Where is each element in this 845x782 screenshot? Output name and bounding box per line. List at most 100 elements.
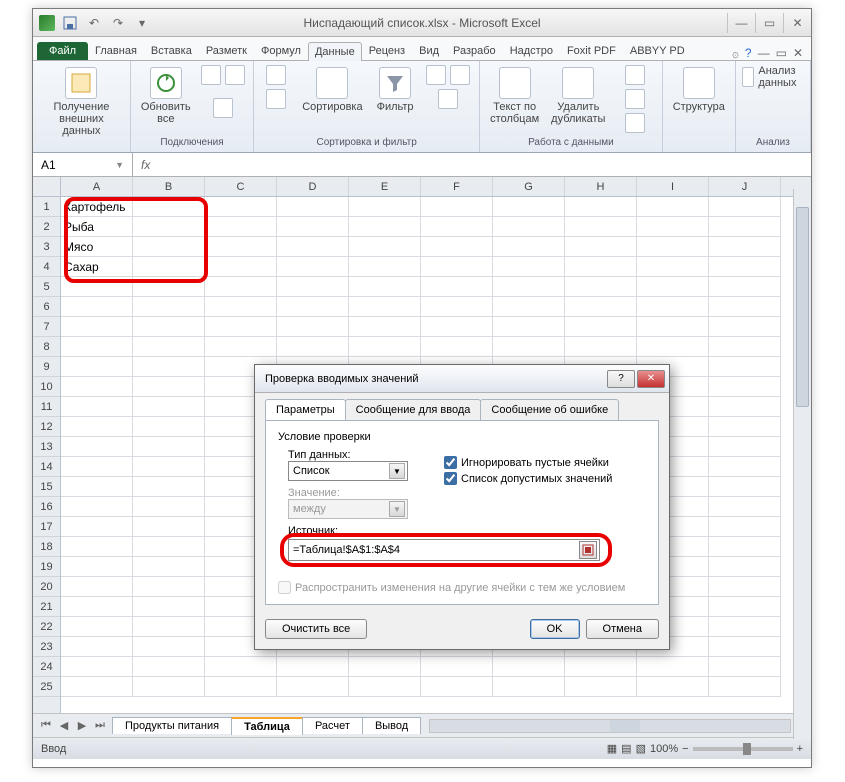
ribbon-minimize-icon[interactable]: — <box>758 46 770 60</box>
tab-foxit[interactable]: Foxit PDF <box>560 41 623 60</box>
row-header[interactable]: 17 <box>33 517 60 537</box>
dialog-help-button[interactable]: ? <box>607 370 635 388</box>
cell-a1[interactable]: Картофель <box>61 197 133 217</box>
dialog-titlebar[interactable]: Проверка вводимых значений ? ✕ <box>255 365 669 393</box>
range-picker-icon[interactable] <box>579 541 597 559</box>
cell-a4[interactable]: Сахар <box>61 257 133 277</box>
fx-icon[interactable]: fx <box>133 158 158 172</box>
zoom-slider[interactable] <box>693 747 793 751</box>
sheet-next-icon[interactable]: ▶ <box>73 717 91 735</box>
vertical-scrollbar[interactable] <box>793 189 811 739</box>
qat-dropdown-icon[interactable]: ▾ <box>133 14 151 32</box>
row-header[interactable]: 10 <box>33 377 60 397</box>
row-header[interactable]: 1 <box>33 197 60 217</box>
sheet-first-icon[interactable]: ⏮ <box>37 717 55 735</box>
row-header[interactable]: 24 <box>33 657 60 677</box>
outline-button[interactable]: Структура <box>669 65 729 115</box>
row-header[interactable]: 15 <box>33 477 60 497</box>
filter-button[interactable]: Фильтр <box>373 65 418 115</box>
col-header[interactable]: A <box>61 177 133 196</box>
ignore-blank-checkbox[interactable]: Игнорировать пустые ячейки <box>444 456 612 469</box>
source-input[interactable]: =Таблица!$A$1:$A$4 <box>288 539 600 561</box>
col-header[interactable]: H <box>565 177 637 196</box>
text-to-columns-button[interactable]: Текст по столбцам <box>486 65 543 133</box>
ribbon-close-icon[interactable]: ✕ <box>793 46 803 60</box>
save-icon[interactable] <box>61 14 79 32</box>
row-header[interactable]: 12 <box>33 417 60 437</box>
row-header[interactable]: 2 <box>33 217 60 237</box>
tab-file[interactable]: Файл <box>37 42 88 60</box>
row-header[interactable]: 23 <box>33 637 60 657</box>
dialog-tab-error-msg[interactable]: Сообщение об ошибке <box>480 399 619 420</box>
tab-view[interactable]: Вид <box>412 41 446 60</box>
cell-a2[interactable]: Рыба <box>61 217 133 237</box>
get-external-data-button[interactable]: Получение внешних данных <box>39 65 124 139</box>
filter-small[interactable] <box>424 65 474 109</box>
row-header[interactable]: 13 <box>33 437 60 457</box>
row-header[interactable]: 3 <box>33 237 60 257</box>
zoom-out-icon[interactable]: − <box>682 743 688 755</box>
row-header[interactable]: 11 <box>33 397 60 417</box>
row-header[interactable]: 6 <box>33 297 60 317</box>
dialog-tab-params[interactable]: Параметры <box>265 399 346 420</box>
col-header[interactable]: I <box>637 177 709 196</box>
row-header[interactable]: 14 <box>33 457 60 477</box>
view-normal-icon[interactable]: ▦ <box>607 742 617 755</box>
cancel-button[interactable]: Отмена <box>586 619 659 639</box>
ok-button[interactable]: OK <box>530 619 580 639</box>
col-header[interactable]: F <box>421 177 493 196</box>
col-header[interactable]: B <box>133 177 205 196</box>
dialog-tab-input-msg[interactable]: Сообщение для ввода <box>345 399 482 420</box>
data-tools-small[interactable] <box>613 65 655 133</box>
dialog-close-button[interactable]: ✕ <box>637 370 665 388</box>
redo-icon[interactable]: ↷ <box>109 14 127 32</box>
tab-formulas[interactable]: Формул <box>254 41 308 60</box>
tab-layout[interactable]: Разметк <box>199 41 254 60</box>
select-all-corner[interactable] <box>33 177 60 197</box>
connections-small[interactable] <box>199 65 247 127</box>
row-header[interactable]: 20 <box>33 577 60 597</box>
row-header[interactable]: 8 <box>33 337 60 357</box>
undo-icon[interactable]: ↶ <box>85 14 103 32</box>
row-header[interactable]: 21 <box>33 597 60 617</box>
tab-review[interactable]: Реценз <box>362 41 412 60</box>
row-header[interactable]: 22 <box>33 617 60 637</box>
in-cell-dropdown-checkbox[interactable]: Список допустимых значений <box>444 472 612 485</box>
col-header[interactable]: G <box>493 177 565 196</box>
name-box[interactable]: A1▼ <box>33 153 133 176</box>
col-header[interactable]: C <box>205 177 277 196</box>
sheet-prev-icon[interactable]: ◀ <box>55 717 73 735</box>
zoom-level[interactable]: 100% <box>650 743 678 755</box>
horizontal-scrollbar[interactable] <box>429 719 791 733</box>
refresh-all-button[interactable]: Обновить все <box>137 65 195 127</box>
row-header[interactable]: 16 <box>33 497 60 517</box>
maximize-button[interactable]: ▭ <box>755 13 783 33</box>
tab-addins[interactable]: Надстро <box>503 41 560 60</box>
row-header[interactable]: 7 <box>33 317 60 337</box>
sort-az-icons[interactable] <box>260 65 292 109</box>
row-header[interactable]: 18 <box>33 537 60 557</box>
view-layout-icon[interactable]: ▤ <box>621 742 631 755</box>
ribbon-restore-icon[interactable]: ▭ <box>776 46 787 60</box>
tab-data[interactable]: Данные <box>308 42 362 61</box>
help-icon[interactable]: ? <box>745 46 752 60</box>
close-button[interactable]: ✕ <box>783 13 811 33</box>
remove-duplicates-button[interactable]: Удалить дубликаты <box>547 65 609 133</box>
row-header[interactable]: 25 <box>33 677 60 697</box>
type-combo[interactable]: Список▼ <box>288 461 408 481</box>
tab-developer[interactable]: Разрабо <box>446 41 503 60</box>
minimize-button[interactable]: — <box>727 13 755 33</box>
col-header[interactable]: D <box>277 177 349 196</box>
col-header[interactable]: J <box>709 177 781 196</box>
tab-insert[interactable]: Вставка <box>144 41 199 60</box>
row-header[interactable]: 4 <box>33 257 60 277</box>
col-header[interactable]: E <box>349 177 421 196</box>
sheet-tab[interactable]: Расчет <box>302 717 363 734</box>
row-header[interactable]: 5 <box>33 277 60 297</box>
sheet-tab[interactable]: Таблица <box>231 717 303 735</box>
sheet-last-icon[interactable]: ⏭ <box>91 717 109 735</box>
view-break-icon[interactable]: ▧ <box>636 742 646 755</box>
clear-all-button[interactable]: Очистить все <box>265 619 367 639</box>
sort-button[interactable]: Сортировка <box>298 65 366 115</box>
row-header[interactable]: 19 <box>33 557 60 577</box>
